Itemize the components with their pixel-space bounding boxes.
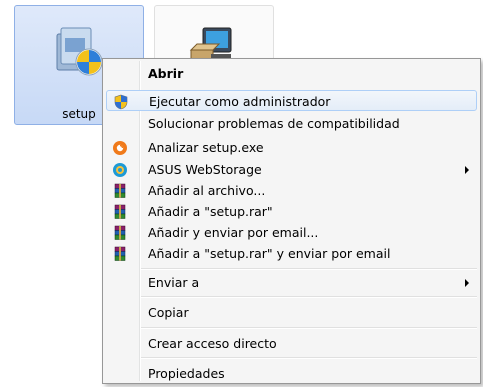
menu-item-add-to-setup-rar[interactable]: Añadir a "setup.rar" <box>106 201 477 222</box>
menu-label-properties: Propiedades <box>148 366 225 381</box>
winrar-icon <box>114 183 126 198</box>
menu-separator <box>141 357 477 359</box>
menu-label-copy: Copiar <box>148 305 189 320</box>
menu-label-scan-file: Analizar setup.exe <box>148 140 264 155</box>
menu-item-properties[interactable]: Propiedades <box>106 363 477 384</box>
submenu-arrow-icon <box>465 279 469 287</box>
winrar-icon <box>114 246 126 261</box>
winrar-icon <box>114 204 126 219</box>
menu-label-send-to: Enviar a <box>148 275 200 290</box>
menu-separator <box>141 327 477 329</box>
menu-item-create-shortcut[interactable]: Crear acceso directo <box>106 333 477 354</box>
menu-item-troubleshoot-compatibility[interactable]: Solucionar problemas de compatibilidad <box>106 113 477 134</box>
menu-item-send-to[interactable]: Enviar a <box>106 272 477 293</box>
menu-separator <box>141 268 477 270</box>
menu-item-add-and-email[interactable]: Añadir y enviar por email... <box>106 222 477 243</box>
setup-installer-icon <box>56 27 103 76</box>
menu-item-scan-file[interactable]: Analizar setup.exe <box>106 137 477 158</box>
menu-item-add-setup-rar-and-email[interactable]: Añadir a "setup.rar" y enviar por email <box>106 243 477 264</box>
context-menu: Abrir Ejecutar como administrador Soluci… <box>102 58 481 384</box>
menu-label-add-setup-rar-and-email: Añadir a "setup.rar" y enviar por email <box>148 246 391 261</box>
menu-label-run-as-admin: Ejecutar como administrador <box>149 94 331 109</box>
menu-item-asus-webstorage[interactable]: ASUS WebStorage <box>106 159 477 180</box>
avast-icon <box>113 141 127 155</box>
menu-item-copy[interactable]: Copiar <box>106 302 477 323</box>
uac-shield-icon <box>114 94 128 110</box>
submenu-arrow-icon <box>465 166 469 174</box>
menu-label-add-to-setup-rar: Añadir a "setup.rar" <box>148 204 273 219</box>
menu-label-create-shortcut: Crear acceso directo <box>148 336 277 351</box>
menu-label-add-and-email: Añadir y enviar por email... <box>148 225 319 240</box>
menu-item-run-as-admin[interactable]: Ejecutar como administrador <box>106 90 477 111</box>
winrar-icon <box>114 225 126 240</box>
menu-item-add-to-archive[interactable]: Añadir al archivo... <box>106 180 477 201</box>
menu-label-asus-webstorage: ASUS WebStorage <box>148 162 262 177</box>
asus-webstorage-icon <box>113 163 127 177</box>
menu-item-open[interactable]: Abrir <box>106 63 477 84</box>
menu-separator <box>141 296 477 298</box>
menu-label-troubleshoot-compatibility: Solucionar problemas de compatibilidad <box>148 116 400 131</box>
menu-label-add-to-archive: Añadir al archivo... <box>148 183 266 198</box>
menu-label-open: Abrir <box>148 66 184 81</box>
